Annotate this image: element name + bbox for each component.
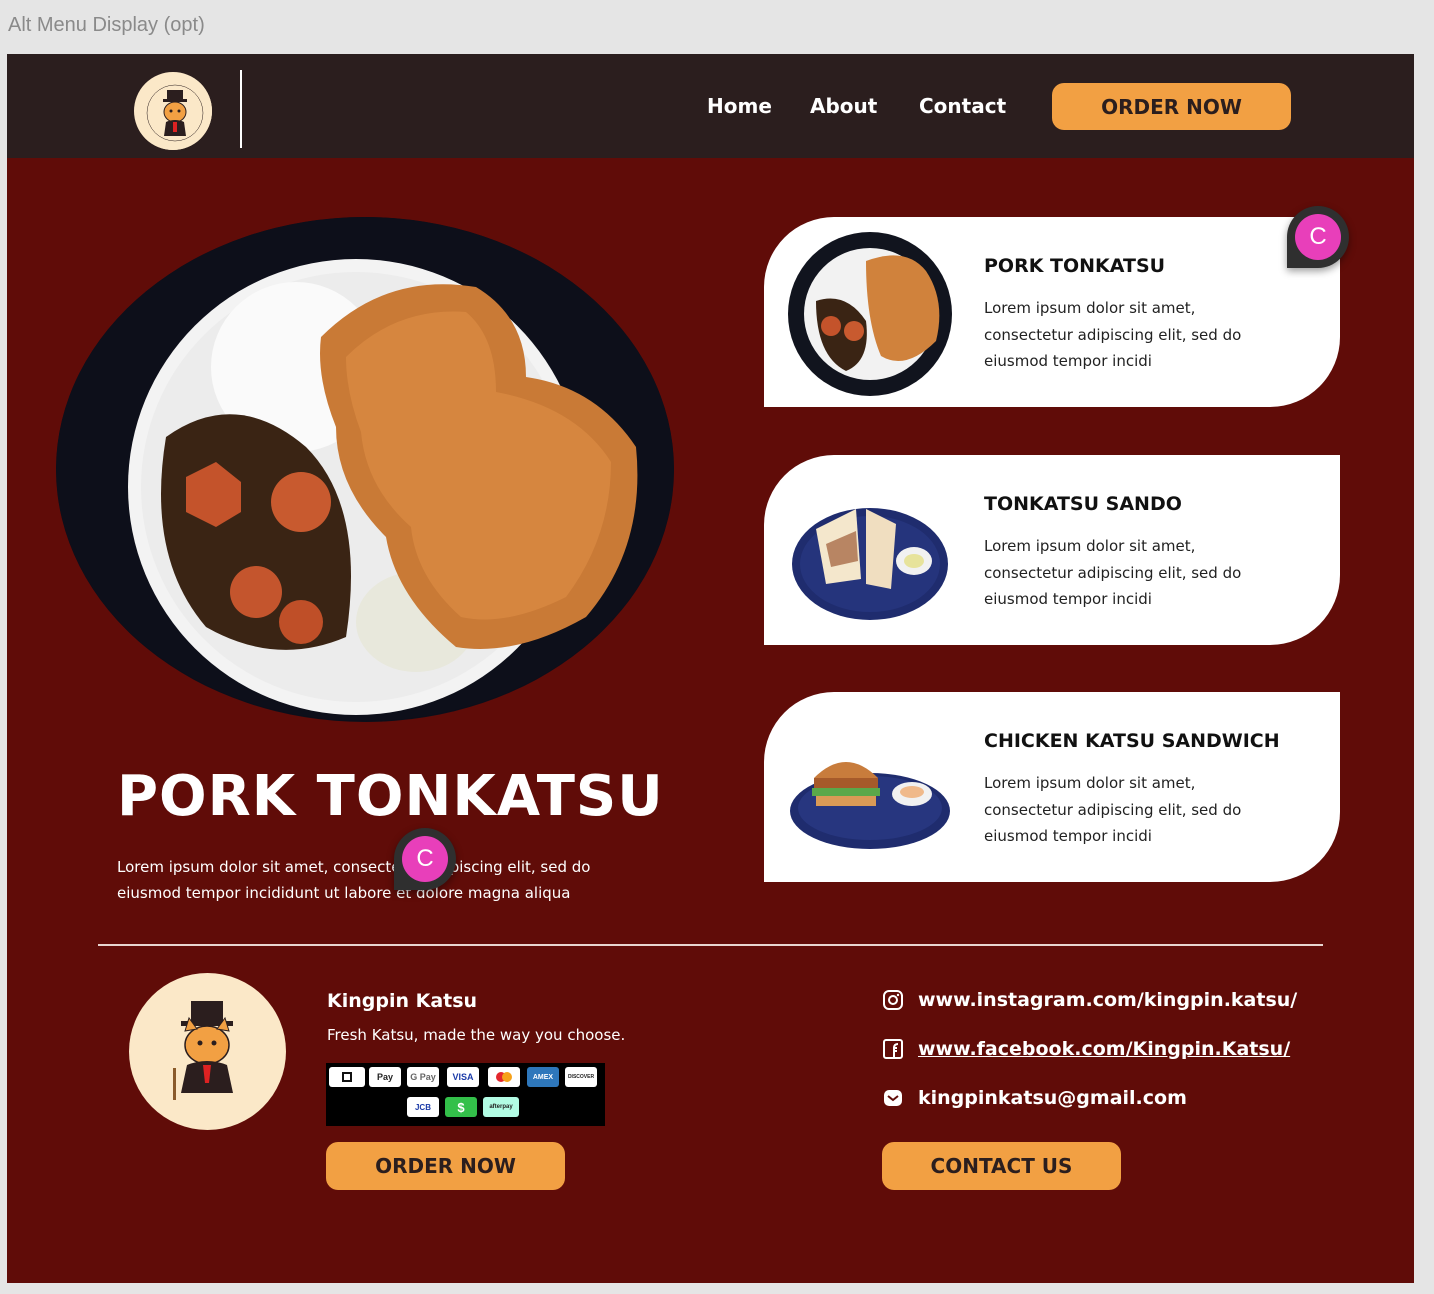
- menu-card-description: Lorem ipsum dolor sit amet, consectetur …: [984, 774, 1242, 845]
- footer-order-now-button[interactable]: ORDER NOW: [326, 1142, 565, 1190]
- payment-methods: Pay G Pay VISA AMEX DISCOVER JCB $ after…: [326, 1063, 605, 1126]
- comment-pin[interactable]: C: [1287, 206, 1349, 268]
- menu-card[interactable]: CHICKEN KATSU SANDWICH Lorem ipsum dolor…: [764, 692, 1340, 882]
- comment-pin-avatar: C: [402, 836, 448, 882]
- logo-divider: [240, 70, 242, 148]
- facebook-link[interactable]: www.facebook.com/Kingpin.Katsu/: [918, 1038, 1290, 1060]
- hero-food-image: [56, 217, 674, 722]
- menu-card-title: PORK TONKATSU: [984, 255, 1166, 277]
- frame-label: Alt Menu Display (opt): [8, 14, 205, 36]
- instagram-link-row[interactable]: www.instagram.com/kingpin.katsu/: [882, 989, 1297, 1011]
- menu-card-image: [786, 706, 954, 872]
- amex-icon: AMEX: [527, 1067, 559, 1087]
- footer-brand: Kingpin Katsu: [327, 990, 478, 1012]
- footer-logo: [129, 973, 286, 1130]
- facebook-icon: [882, 1038, 904, 1060]
- nav-contact[interactable]: Contact: [919, 94, 1006, 118]
- email-link-row[interactable]: kingpinkatsu@gmail.com: [882, 1087, 1187, 1109]
- apple-pay-icon: Pay: [369, 1067, 401, 1087]
- menu-card-description: Lorem ipsum dolor sit amet, consectetur …: [984, 299, 1242, 370]
- square-pay-icon: [329, 1067, 365, 1087]
- menu-card[interactable]: PORK TONKATSU Lorem ipsum dolor sit amet…: [764, 217, 1340, 407]
- menu-card-title: TONKATSU SANDO: [984, 493, 1182, 515]
- email-icon: [882, 1087, 904, 1109]
- facebook-link-row[interactable]: www.facebook.com/Kingpin.Katsu/: [882, 1038, 1290, 1060]
- hero-description: Lorem ipsum dolor sit amet, consectetur …: [117, 858, 591, 902]
- comment-pin-avatar: C: [1295, 214, 1341, 260]
- instagram-icon: [882, 989, 904, 1011]
- header: Home About Contact ORDER NOW: [7, 54, 1414, 158]
- contact-us-button[interactable]: CONTACT US: [882, 1142, 1121, 1190]
- nav-about[interactable]: About: [810, 94, 877, 118]
- nav-home[interactable]: Home: [707, 94, 772, 118]
- email-link[interactable]: kingpinkatsu@gmail.com: [918, 1087, 1187, 1109]
- comment-pin[interactable]: C: [394, 828, 456, 890]
- footer-divider: [98, 944, 1323, 946]
- jcb-icon: JCB: [407, 1097, 439, 1117]
- order-now-button[interactable]: ORDER NOW: [1052, 83, 1291, 130]
- google-pay-icon: G Pay: [407, 1067, 439, 1087]
- page-frame: Home About Contact ORDER NOW PORK TONKAT…: [7, 54, 1414, 1283]
- cash-app-icon: $: [445, 1097, 477, 1117]
- menu-card-title: CHICKEN KATSU SANDWICH: [984, 730, 1280, 752]
- afterpay-icon: afterpay: [483, 1097, 519, 1117]
- hero-title: PORK TONKATSU: [117, 764, 664, 829]
- footer-tagline: Fresh Katsu, made the way you choose.: [327, 1026, 626, 1044]
- menu-card-description: Lorem ipsum dolor sit amet, consectetur …: [984, 537, 1242, 608]
- mastercard-icon: [488, 1067, 520, 1087]
- menu-card-image: [786, 469, 954, 635]
- menu-card-image: [786, 231, 954, 397]
- visa-icon: VISA: [447, 1067, 479, 1087]
- discover-icon: DISCOVER: [565, 1067, 597, 1087]
- logo[interactable]: [132, 70, 214, 152]
- instagram-link[interactable]: www.instagram.com/kingpin.katsu/: [918, 989, 1297, 1011]
- menu-card[interactable]: TONKATSU SANDO Lorem ipsum dolor sit ame…: [764, 455, 1340, 645]
